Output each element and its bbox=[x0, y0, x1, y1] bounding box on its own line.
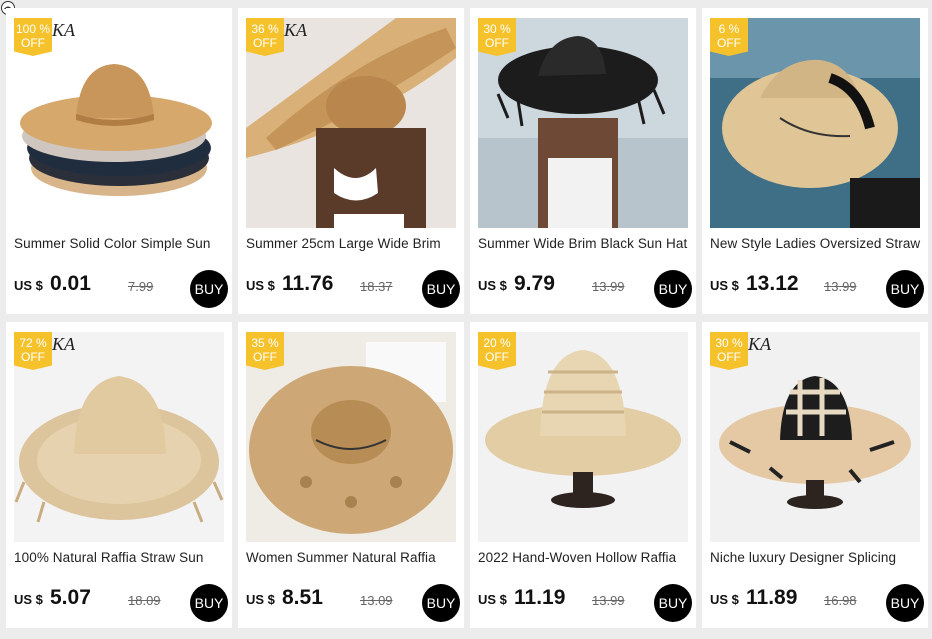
discount-badge: 30 % OFF bbox=[710, 332, 748, 370]
discount-off-label: OFF bbox=[21, 350, 45, 364]
original-price: 7.99 bbox=[128, 279, 154, 294]
discount-badge: 35 % OFF bbox=[246, 332, 284, 370]
discount-percent: 30 % bbox=[483, 22, 511, 36]
discount-percent: 20 % bbox=[483, 336, 511, 350]
product-title[interactable]: Summer Wide Brim Black Sun Hat bbox=[478, 236, 690, 251]
sale-price: 13.12 bbox=[746, 272, 799, 295]
product-card[interactable]: 30 % OFF Summer Wide Brim Black Sun Hat … bbox=[470, 8, 696, 314]
product-title[interactable]: Women Summer Natural Raffia bbox=[246, 550, 458, 565]
currency-label: US $ bbox=[246, 592, 275, 607]
original-price: 16.98 bbox=[824, 593, 857, 608]
brand-watermark: KA bbox=[748, 334, 772, 354]
discount-badge: 36 % OFF bbox=[246, 18, 284, 56]
price-row: US $ 11.19 13.99 BUY bbox=[478, 584, 692, 624]
discount-badge: 6 % OFF bbox=[710, 18, 748, 56]
brand-watermark: KA bbox=[52, 20, 76, 40]
sale-price: 11.76 bbox=[282, 272, 334, 295]
product-title[interactable]: Summer 25cm Large Wide Brim bbox=[246, 236, 458, 251]
original-price: 13.09 bbox=[360, 593, 393, 608]
sale-price: 11.19 bbox=[514, 586, 566, 609]
buy-button[interactable]: BUY bbox=[654, 270, 692, 308]
currency-label: US $ bbox=[14, 278, 43, 293]
original-price: 18.09 bbox=[128, 593, 161, 608]
sale-price: 0.01 bbox=[50, 272, 91, 295]
currency-label: US $ bbox=[246, 278, 275, 293]
buy-button[interactable]: BUY bbox=[886, 270, 924, 308]
original-price: 13.99 bbox=[592, 593, 625, 608]
discount-off-label: OFF bbox=[253, 36, 277, 50]
price-row: US $ 8.51 13.09 BUY bbox=[246, 584, 460, 624]
buy-button[interactable]: BUY bbox=[422, 584, 460, 622]
buy-button[interactable]: BUY bbox=[654, 584, 692, 622]
product-card[interactable]: 6 % OFF New Style Ladies Oversized Straw… bbox=[702, 8, 928, 314]
discount-off-label: OFF bbox=[485, 36, 509, 50]
product-card[interactable]: 100 % OFF KA Summer Solid Color Simple S… bbox=[6, 8, 232, 314]
currency-label: US $ bbox=[478, 278, 507, 293]
original-price: 13.99 bbox=[592, 279, 625, 294]
discount-badge: 72 % OFF bbox=[14, 332, 52, 370]
sale-price: 11.89 bbox=[746, 586, 798, 609]
currency-label: US $ bbox=[14, 592, 43, 607]
price-row: US $ 13.12 13.99 BUY bbox=[710, 270, 924, 310]
sale-price: 8.51 bbox=[282, 586, 323, 609]
discount-off-label: OFF bbox=[21, 36, 45, 50]
discount-percent: 6 % bbox=[718, 22, 740, 36]
product-card[interactable]: 20 % OFF 2022 Hand-Woven Hollow Raffia U… bbox=[470, 322, 696, 628]
price-row: US $ 11.89 16.98 BUY bbox=[710, 584, 924, 624]
discount-off-label: OFF bbox=[253, 350, 277, 364]
buy-button[interactable]: BUY bbox=[190, 270, 228, 308]
buy-button[interactable]: BUY bbox=[190, 584, 228, 622]
product-title[interactable]: New Style Ladies Oversized Straw bbox=[710, 236, 922, 251]
discount-percent: 100 % bbox=[15, 22, 51, 36]
currency-label: US $ bbox=[478, 592, 507, 607]
price-row: US $ 0.01 7.99 BUY bbox=[14, 270, 228, 310]
original-price: 13.99 bbox=[824, 279, 857, 294]
product-card[interactable]: 35 % OFF Women Summer Natural Raffia US … bbox=[238, 322, 464, 628]
product-title[interactable]: Summer Solid Color Simple Sun bbox=[14, 236, 226, 251]
discount-badge: 20 % OFF bbox=[478, 332, 516, 370]
discount-off-label: OFF bbox=[717, 350, 741, 364]
product-card[interactable]: 72 % OFF KA 100% Natural Raffia Straw Su… bbox=[6, 322, 232, 628]
discount-off-label: OFF bbox=[717, 36, 741, 50]
product-card[interactable]: 36 % OFF KA Summer 25cm Large Wide Brim … bbox=[238, 8, 464, 314]
product-card[interactable]: 30 % OFF KA Niche luxury Designer Splici… bbox=[702, 322, 928, 628]
sale-price: 9.79 bbox=[514, 272, 555, 295]
price-row: US $ 11.76 18.37 BUY bbox=[246, 270, 460, 310]
price-row: US $ 5.07 18.09 BUY bbox=[14, 584, 228, 624]
discount-percent: 72 % bbox=[19, 336, 47, 350]
buy-button[interactable]: BUY bbox=[422, 270, 460, 308]
discount-percent: 30 % bbox=[715, 336, 743, 350]
product-title[interactable]: Niche luxury Designer Splicing bbox=[710, 550, 922, 565]
discount-off-label: OFF bbox=[485, 350, 509, 364]
product-title[interactable]: 100% Natural Raffia Straw Sun bbox=[14, 550, 226, 565]
discount-badge: 30 % OFF bbox=[478, 18, 516, 56]
sale-price: 5.07 bbox=[50, 586, 91, 609]
product-title[interactable]: 2022 Hand-Woven Hollow Raffia bbox=[478, 550, 690, 565]
price-row: US $ 9.79 13.99 BUY bbox=[478, 270, 692, 310]
brand-watermark: KA bbox=[284, 20, 308, 40]
currency-label: US $ bbox=[710, 278, 739, 293]
buy-button[interactable]: BUY bbox=[886, 584, 924, 622]
discount-percent: 36 % bbox=[251, 22, 279, 36]
currency-label: US $ bbox=[710, 592, 739, 607]
discount-badge: 100 % OFF bbox=[14, 18, 52, 56]
original-price: 18.37 bbox=[360, 279, 393, 294]
product-grid: 100 % OFF KA Summer Solid Color Simple S… bbox=[6, 8, 928, 628]
discount-percent: 35 % bbox=[251, 336, 279, 350]
brand-watermark: KA bbox=[52, 334, 76, 354]
